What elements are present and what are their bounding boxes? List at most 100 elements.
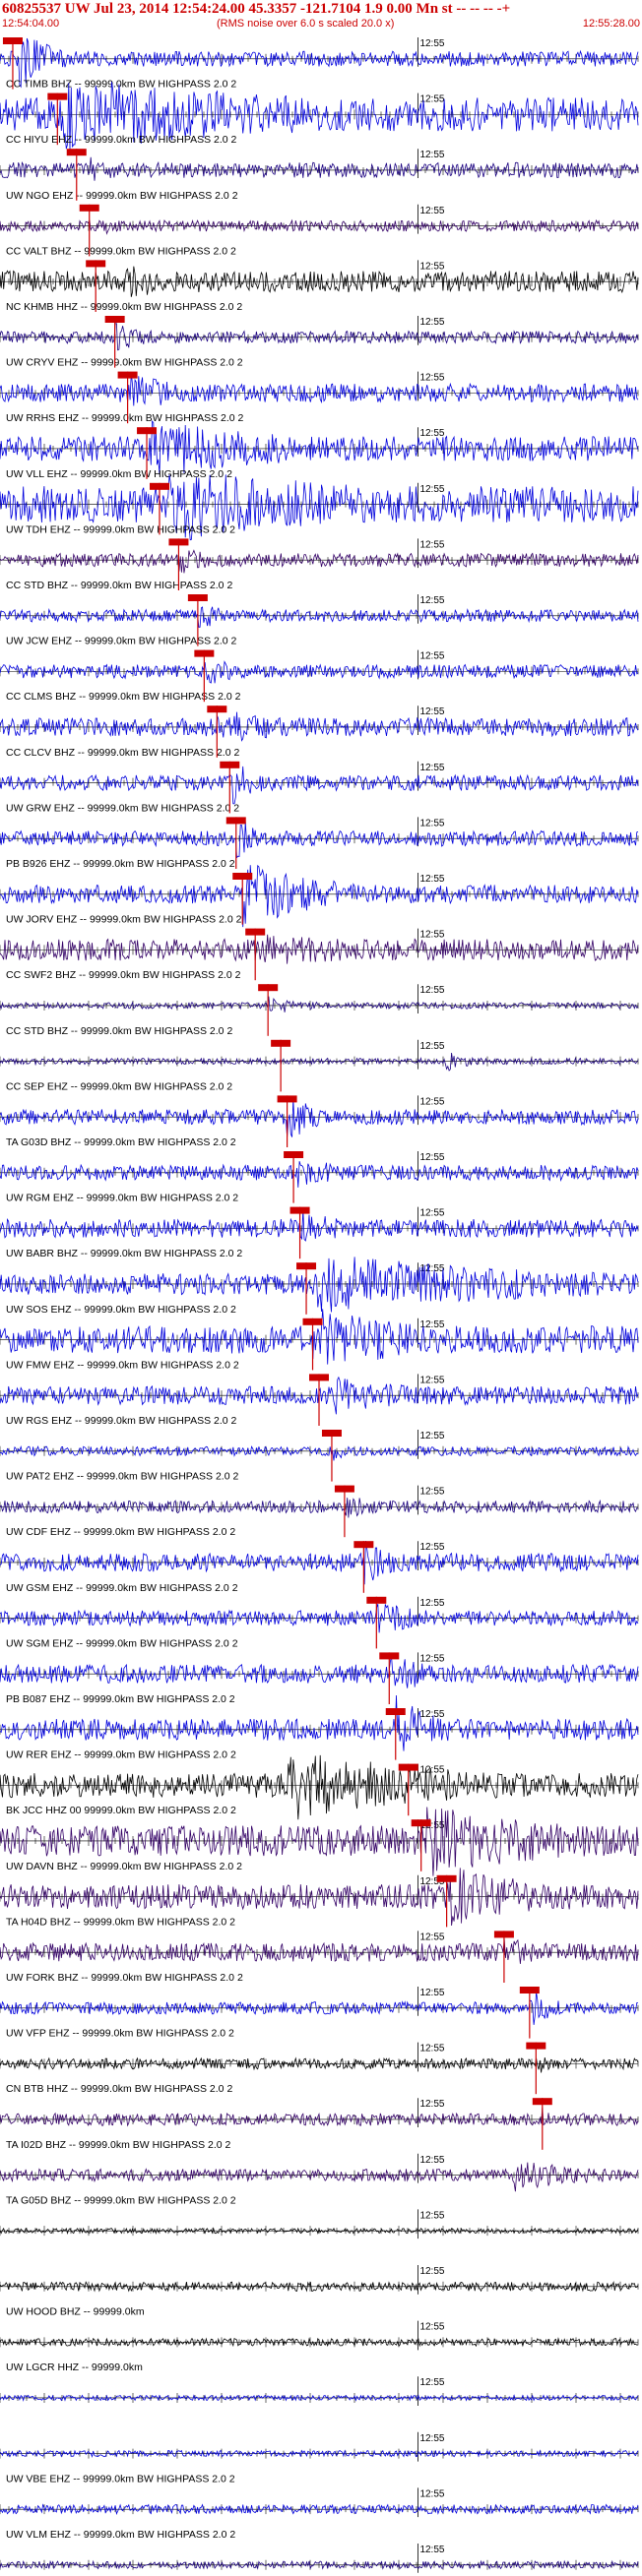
trace-row: 12:55UW FMW EHZ -- 99999.0km BW HIGHPASS… — [0, 1309, 639, 1371]
station-label: TA G05D BHZ -- 99999.0km BW HIGHPASS 2.0… — [6, 2194, 236, 2206]
station-label: TA G03D BHZ -- 99999.0km BW HIGHPASS 2.0… — [6, 1136, 236, 1148]
station-label: UW VBE EHZ -- 99999.0km BW HIGHPASS 2.0 … — [6, 2473, 235, 2484]
trace-row: 12:55 UW JORV EHZ -- 99999.0km BW HIGHPAS… — [0, 864, 639, 928]
station-label: UW DAVN BHZ -- 99999.0km BW HIGHPASS 2.0… — [6, 1861, 242, 1872]
trace-row: 12:55 NC KHMB HHZ -- 99999.0km BW HIGHPAS… — [0, 260, 639, 313]
minute-label: 12:55 — [419, 2266, 444, 2277]
pick-marker — [289, 1206, 310, 1214]
minute-label: 12:55 — [419, 2488, 444, 2499]
minute-label: 12:55 — [419, 317, 444, 328]
minute-label: 12:55 — [419, 1375, 444, 1385]
station-label: UW RER EHZ -- 99999.0km BW HIGHPASS 2.0 … — [6, 1749, 236, 1761]
station-label: UW BABR BHZ -- 99999.0km BW HIGHPASS 2.0… — [6, 1248, 242, 1259]
station-label: UW RGS EHZ -- 99999.0km BW HIGHPASS 2.0 … — [6, 1415, 237, 1427]
pick-marker — [284, 1151, 304, 1158]
minute-label: 12:55 — [419, 1932, 444, 1942]
minute-label: 12:55 — [419, 2155, 444, 2166]
station-label: CC VALT BHZ -- 99999.0km BW HIGHPASS 2.0… — [6, 245, 236, 257]
trace-row: 12:55 UW RGS EHZ -- 99999.0km BW HIGHPASS… — [0, 1374, 639, 1427]
pick-marker — [207, 705, 227, 713]
minute-label: 12:55 — [419, 1765, 444, 1776]
pick-marker — [321, 1430, 342, 1437]
trace-row: 12:55 UW TDH EHZ -- 99999.0km BW HIGHPASS… — [0, 474, 639, 541]
pick-marker — [47, 92, 68, 100]
waveform — [0, 1098, 639, 1137]
station-label: CC CLMS BHZ -- 99999.0km BW HIGHPASS 2.0… — [6, 691, 241, 703]
trace-row: 12:55 CC TIMB BHZ -- 99999.0km BW HIGHPAS… — [0, 37, 639, 91]
pick-marker — [271, 1039, 291, 1047]
pick-marker — [277, 1095, 297, 1103]
trace-row: 12:55 — [0, 2209, 639, 2239]
trace-row: 12:55 UW GRW EHZ -- 99999.0km BW HIGHPASS… — [0, 761, 639, 814]
station-label: UW VFP EHZ -- 99999.0km BW HIGHPASS 2.0 … — [6, 2028, 234, 2040]
minute-label: 12:55 — [419, 763, 444, 773]
minute-label: 12:55 — [419, 1208, 444, 1219]
pick-marker — [366, 1596, 387, 1604]
pick-marker — [379, 1652, 400, 1660]
station-label: UW JCW EHZ -- 99999.0km BW HIGHPASS 2.0 … — [6, 636, 237, 647]
pick-marker — [309, 1374, 329, 1381]
station-label: UW HOOD BHZ -- 99999.0km — [6, 2306, 145, 2318]
station-label: UW VLM EHZ -- 99999.0km BW HIGHPASS 2.0 … — [6, 2529, 235, 2541]
pick-marker — [2, 37, 23, 44]
station-label: TA I02D BHZ -- 99999.0km BW HIGHPASS 2.0… — [6, 2139, 231, 2151]
trace-row: 12:55 CC SEP EHZ -- 99999.0km BW HIGHPASS… — [0, 1039, 639, 1092]
pick-marker — [86, 260, 106, 268]
minute-label: 12:55 — [419, 261, 444, 272]
trace-row: 12:55 CC STD BHZ -- 99999.0km BW HIGHPASS… — [0, 984, 639, 1037]
minute-label: 12:55 — [419, 2433, 444, 2444]
trace-row: 12:55 UW SOS EHZ -- 99999.0km BW HIGHPASS… — [0, 1257, 639, 1316]
pick-marker — [411, 1819, 431, 1827]
station-label: CC CLCV BHZ -- 99999.0km BW HIGHPASS 2.0… — [6, 747, 239, 759]
minute-label: 12:55 — [419, 595, 444, 606]
minute-label: 12:55 — [419, 484, 444, 495]
trace-row: 12:55 CC STD BHZ -- 99999.0km BW HIGHPASS… — [0, 538, 639, 591]
trace-row: 12:55 UW BABR BHZ -- 99999.0km BW HIGHPAS… — [0, 1206, 639, 1259]
trace-row: 12:55 TA G05D BHZ -- 99999.0km BW HIGHPAS… — [0, 2153, 639, 2206]
waveform — [0, 1992, 639, 2025]
trace-row: 12:55TA H04D BHZ -- 99999.0km BW HIGHPAS… — [0, 1868, 639, 1928]
minute-label: 12:55 — [419, 1988, 444, 1998]
station-label: CC SWF2 BHZ -- 99999.0km BW HIGHPASS 2.0… — [6, 969, 241, 981]
minute-label: 12:55 — [419, 1542, 444, 1553]
minute-label: 12:55 — [419, 651, 444, 662]
station-label: UW FMW EHZ -- 99999.0km BW HIGHPASS 2.0 … — [6, 1359, 239, 1371]
minute-label: 12:55 — [419, 818, 444, 828]
waveform — [0, 372, 639, 406]
station-label: UW NGO EHZ -- 99999.0km BW HIGHPASS 2.0 … — [6, 190, 238, 202]
seismogram-plot: 12:55 CC TIMB BHZ -- 99999.0km BW HIGHPAS… — [0, 37, 639, 2573]
waveform — [0, 606, 639, 628]
trace-row: 12:55UW YACT HHZ -- 99999.0km BW HIGHPAS… — [0, 2544, 639, 2573]
station-label: NC KHMB HHZ -- 99999.0km BW HIGHPASS 2.0… — [6, 301, 242, 313]
station-label: UW TDH EHZ -- 99999.0km BW HIGHPASS 2.0 … — [6, 523, 235, 535]
trace-row: 12:55 UW LGCR HHZ -- 99999.0km — [0, 2320, 639, 2373]
minute-label: 12:55 — [419, 2044, 444, 2055]
trace-row: 12:55 UW RRHS EHZ -- 99999.0km BW HIGHPAS… — [0, 371, 639, 424]
start-time-label: 12:54:04.00 — [2, 18, 60, 30]
trace-row: 12:55 CC SWF2 BHZ -- 99999.0km BW HIGHPAS… — [0, 928, 639, 981]
station-label: UW FORK BHZ -- 99999.0km BW HIGHPASS 2.0… — [6, 1972, 243, 1984]
trace-row: 12:55 CC VALT BHZ -- 99999.0km BW HIGHPAS… — [0, 204, 639, 257]
minute-label: 12:55 — [419, 985, 444, 996]
trace-row: 12:55UW VLL EHZ -- 99999.0km BW HIGHPASS… — [0, 420, 639, 480]
station-label: PB B926 EHZ -- 99999.0km BW HIGHPASS 2.0… — [6, 858, 235, 870]
trace-row: 12:55 UW SGM EHZ -- 99999.0km BW HIGHPASS… — [0, 1596, 639, 1649]
minute-label: 12:55 — [419, 1598, 444, 1609]
trace-row: 12:55 UW FORK BHZ -- 99999.0km BW HIGHPAS… — [0, 1931, 639, 1984]
pick-marker — [117, 371, 138, 379]
minute-label: 12:55 — [419, 1431, 444, 1441]
pick-marker — [302, 1318, 323, 1325]
end-time-label: 12:55:28.00 — [582, 18, 640, 30]
pick-marker — [79, 204, 99, 212]
station-label: UW GSM EHZ -- 99999.0km BW HIGHPASS 2.0 … — [6, 1582, 238, 1594]
minute-label: 12:55 — [419, 206, 444, 216]
station-label: CC HIYU EHZ -- 99999.0km BW HIGHPASS 2.0… — [6, 134, 237, 146]
minute-label: 12:55 — [419, 1152, 444, 1163]
trace-row: 12:55 UW GSM EHZ -- 99999.0km BW HIGHPASS… — [0, 1540, 639, 1594]
pick-marker — [526, 2042, 546, 2050]
pick-marker — [436, 1874, 457, 1882]
trace-row: 12:55 UW JCW EHZ -- 99999.0km BW HIGHPASS… — [0, 594, 639, 647]
pick-marker — [296, 1262, 317, 1270]
rms-note: (RMS noise over 6.0 s scaled 20.0 x) — [217, 18, 395, 30]
trace-row: 12:55 UW VBE EHZ -- 99999.0km BW HIGHPASS… — [0, 2431, 639, 2484]
